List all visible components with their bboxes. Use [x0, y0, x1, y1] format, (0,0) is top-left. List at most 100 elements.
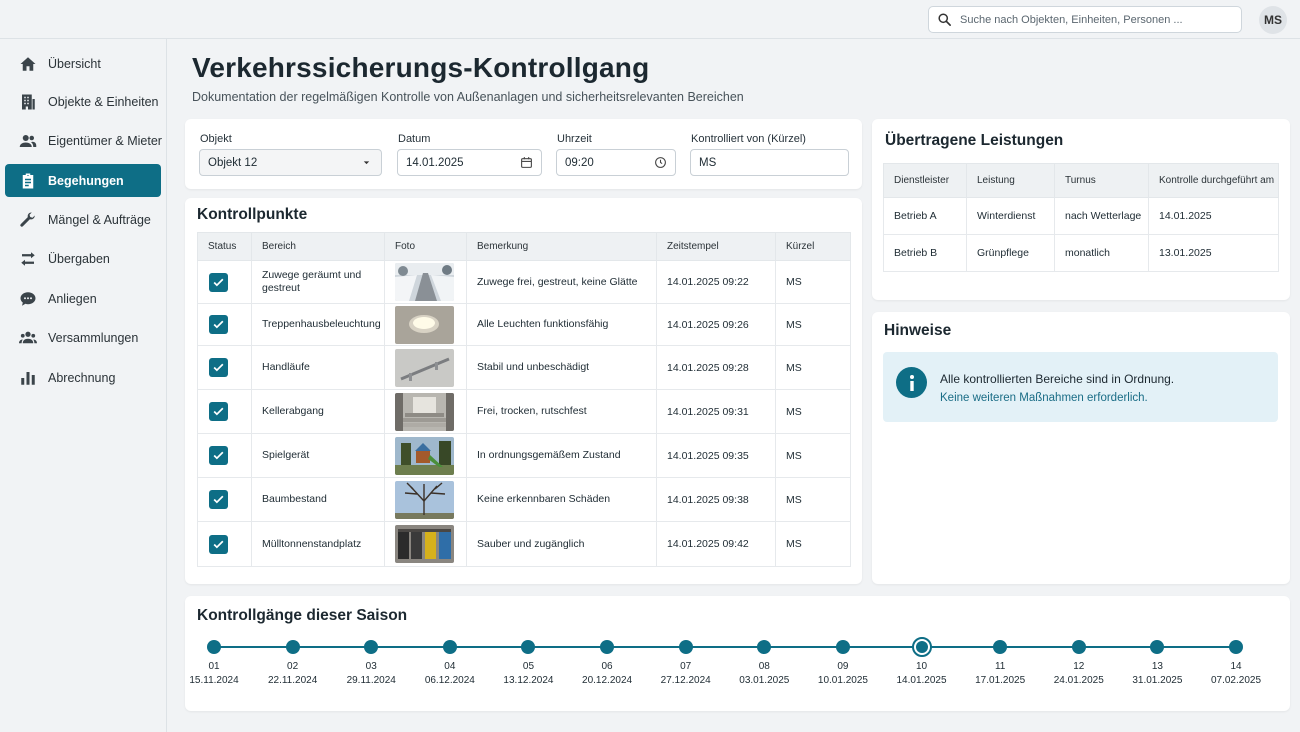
clock-icon	[655, 157, 666, 168]
status-checkbox[interactable]	[209, 534, 228, 554]
timeline-date: 03.01.2025	[739, 675, 790, 686]
timeline-number: 02	[287, 661, 299, 672]
timeline-node[interactable]	[442, 640, 457, 654]
building-icon	[22, 94, 35, 109]
provider-cell: Betrieb A	[883, 197, 967, 235]
check-icon	[213, 407, 224, 416]
timeline-date: 14.01.2025	[896, 675, 947, 686]
timestamp-cell: 14.01.2025 09:35	[656, 433, 776, 478]
services-card: Übertragene Leistungen Dienstleister Lei…	[872, 119, 1290, 300]
initials-cell: MS	[775, 433, 851, 478]
timeline-number: 10	[915, 661, 928, 672]
sidebar-item-versammlungen[interactable]: Versammlungen	[5, 321, 161, 354]
interval-cell: nach Wetterlage	[1054, 197, 1149, 235]
sidebar-item-anliegen[interactable]: Anliegen	[5, 282, 161, 315]
basement-stairs-photo[interactable]	[395, 392, 454, 431]
timeline-node[interactable]	[285, 640, 300, 654]
date-field[interactable]: 14.01.2025	[397, 149, 542, 176]
check-icon	[213, 278, 224, 286]
tree-photo[interactable]	[395, 480, 454, 519]
table-row: Spielgerät In ordnungsgemäßem Zustand 14…	[197, 433, 851, 478]
inspector-label: Kontrolliert von (Kürzel)	[691, 133, 806, 145]
initials-cell: MS	[775, 389, 851, 434]
services-title: Übertragene Leistungen	[885, 132, 1064, 149]
handrail-photo[interactable]	[395, 348, 454, 387]
status-checkbox[interactable]	[209, 490, 228, 509]
time-field[interactable]: 09:20	[556, 149, 676, 176]
column-header: Leistung	[966, 163, 1055, 198]
object-label: Objekt	[200, 133, 232, 145]
user-avatar[interactable]: MS	[1259, 6, 1287, 34]
sidebar-item-label: Übergaben	[48, 251, 110, 266]
timeline-node[interactable]	[678, 640, 693, 654]
column-header: Dienstleister	[883, 163, 967, 198]
search-input[interactable]	[960, 13, 1230, 26]
snowy-path-photo[interactable]	[395, 263, 454, 301]
sidebar-item-abrechnung[interactable]: Abrechnung	[5, 361, 161, 394]
sidebar-item-begehungen[interactable]: Begehungen	[5, 164, 161, 197]
timeline-date: 31.01.2025	[1132, 675, 1183, 686]
timeline-number: 07	[680, 661, 692, 672]
date-value: 14.01.2025	[406, 156, 464, 169]
wrench-icon	[20, 211, 35, 227]
column-header: Foto	[384, 232, 467, 261]
timeline-node[interactable]	[1229, 640, 1243, 654]
sidebar-item-objekte[interactable]: Objekte & Einheiten	[5, 85, 161, 118]
sidebar-item-maengel[interactable]: Mängel & Aufträge	[5, 203, 161, 236]
timeline-number: 01	[208, 661, 220, 672]
initials-cell: MS	[775, 345, 851, 390]
clipboard-icon	[22, 173, 34, 188]
status-checkbox[interactable]	[209, 272, 228, 292]
note-cell: Keine erkennbaren Schäden	[477, 493, 611, 505]
sidebar-item-eigentuemer[interactable]: Eigentümer & Mieter	[5, 124, 162, 157]
search-box[interactable]	[928, 6, 1242, 33]
column-header: Zeitstempel	[656, 232, 776, 261]
column-header: Turnus	[1054, 163, 1149, 198]
status-checkbox[interactable]	[209, 315, 228, 334]
service-cell: Grünpflege	[966, 234, 1055, 272]
object-select[interactable]: Objekt 12	[199, 149, 382, 176]
inspector-field[interactable]: MS	[690, 149, 849, 176]
status-checkbox[interactable]	[209, 402, 228, 421]
timeline-number: 03	[365, 661, 377, 672]
status-checkbox[interactable]	[209, 446, 228, 465]
checked-on-cell: 13.01.2025	[1148, 234, 1279, 272]
time-label: Uhrzeit	[557, 133, 592, 145]
timeline-node[interactable]	[207, 640, 221, 654]
timestamp-cell: 14.01.2025 09:22	[656, 260, 776, 304]
column-header: Bereich	[251, 232, 385, 261]
timeline-date: 17.01.2025	[975, 675, 1026, 686]
timeline-date: 15.11.2024	[189, 675, 239, 686]
sidebar-item-label: Objekte & Einheiten	[48, 94, 159, 109]
table-row: Betrieb B Grünpflege monatlich 13.01.202…	[883, 234, 1279, 272]
ceiling-light-photo[interactable]	[395, 305, 454, 344]
info-notice: Alle kontrollierten Bereiche sind in Ord…	[883, 352, 1278, 422]
playground-photo[interactable]	[395, 436, 454, 475]
page-subtitle: Dokumentation der regelmäßigen Kontrolle…	[192, 90, 744, 104]
timeline-node[interactable]	[835, 640, 850, 654]
timeline-number: 11	[994, 661, 1006, 672]
bins-photo[interactable]	[395, 525, 454, 563]
note-cell: Sauber und zugänglich	[477, 537, 585, 550]
interval-cell: monatlich	[1054, 234, 1149, 272]
timeline-node-current[interactable]	[911, 637, 932, 657]
timeline-node[interactable]	[600, 640, 615, 654]
timestamp-cell: 14.01.2025 09:42	[656, 521, 776, 567]
initials-cell: MS	[775, 260, 851, 304]
timeline-title: Kontrollgänge dieser Saison	[197, 607, 408, 624]
people-icon	[19, 134, 37, 147]
sidebar-item-label: Anliegen	[48, 291, 97, 306]
info-icon	[896, 367, 927, 398]
sidebar-item-label: Begehungen	[48, 173, 124, 188]
sidebar-item-label: Eigentümer & Mieter	[48, 133, 162, 148]
group-icon	[19, 331, 37, 343]
timeline-number: 13	[1151, 661, 1163, 672]
area-cell: Baumbestand	[262, 493, 327, 505]
table-row: Betrieb A Winterdienst nach Wetterlage 1…	[883, 197, 1279, 235]
timeline-node[interactable]	[1071, 640, 1086, 654]
inspector-value: MS	[699, 156, 717, 169]
sidebar-item-uebersicht[interactable]: Übersicht	[5, 47, 161, 80]
sidebar-item-uebergaben[interactable]: Übergaben	[5, 242, 161, 275]
checkpoints-table: Status Bereich Foto Bemerkung Zeitstempe…	[197, 232, 851, 567]
status-checkbox[interactable]	[209, 358, 228, 377]
